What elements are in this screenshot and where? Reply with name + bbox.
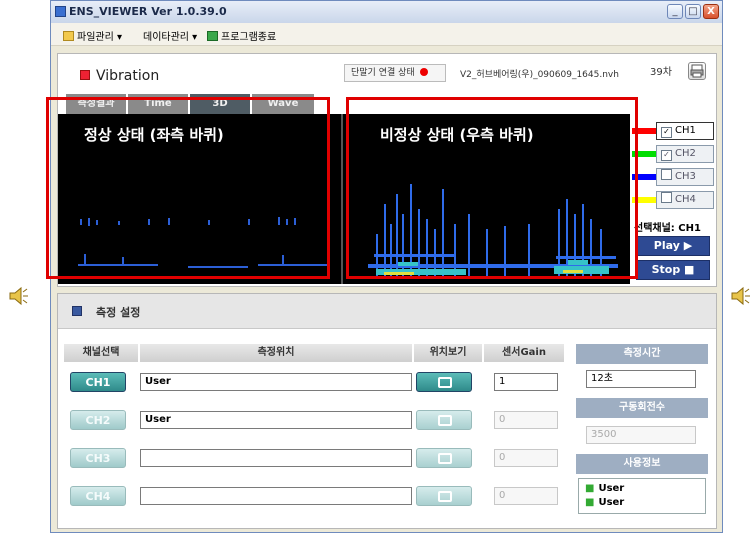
minimize-button[interactable]: _	[667, 4, 683, 19]
selected-channel-label: 선택채널:	[634, 223, 675, 234]
col-gain-header: 센서Gain	[484, 344, 564, 362]
ch4-check-mark	[661, 192, 672, 203]
ch3-check-mark	[661, 169, 672, 180]
printer-icon	[690, 64, 704, 78]
measure-time-header: 측정시간	[576, 344, 708, 364]
ch2-view-button[interactable]	[416, 410, 472, 430]
settings-header: 측정 설정	[58, 294, 716, 329]
ch2-gain-input[interactable]: 0	[494, 411, 558, 429]
ch4-checkbox[interactable]: CH4	[656, 191, 714, 209]
menu-file[interactable]: 파일관리 ▾	[63, 28, 122, 43]
measure-time-input[interactable]: 12초	[586, 370, 696, 388]
menu-exit-label: 프로그램종료	[221, 32, 277, 43]
menu-file-label: 파일관리 ▾	[77, 32, 122, 43]
abnormal-state-label: 비정상 상태 (우측 바퀴)	[380, 126, 534, 144]
user-info-text: User	[598, 497, 625, 508]
settings-title: 측정 설정	[96, 306, 141, 319]
ch1-checkbox-label: CH1	[675, 125, 696, 136]
selected-channel: 선택채널: CH1	[634, 219, 701, 234]
ch4-position-input[interactable]	[140, 487, 412, 505]
ch2-position-input[interactable]: User	[140, 411, 412, 429]
ch2-select-button[interactable]: CH2	[70, 410, 126, 430]
ch1-gain-input[interactable]: 1	[494, 373, 558, 391]
stop-button[interactable]: Stop ■	[636, 260, 710, 280]
ch1-position-input[interactable]: User	[140, 373, 412, 391]
menu-exit[interactable]: 프로그램종료	[207, 28, 276, 43]
ch3-gain-input[interactable]: 0	[494, 449, 558, 467]
title-bar: ENS_VIEWER Ver 1.0.39.0 _ □ X	[51, 1, 722, 23]
ch3-view-button[interactable]	[416, 448, 472, 468]
connection-status: 단말기 연결 상태	[344, 64, 446, 82]
ch1-select-button[interactable]: CH1	[70, 372, 126, 392]
selected-channel-value: CH1	[678, 223, 701, 234]
user-info-text: User	[598, 483, 625, 494]
ch3-checkbox[interactable]: CH3	[656, 168, 714, 186]
ch2-checkbox[interactable]: ✓ CH2	[656, 145, 714, 163]
camera-icon	[438, 415, 452, 426]
folder-icon	[63, 31, 74, 41]
ch3-checkbox-label: CH3	[675, 171, 696, 182]
user-info-item: ■ User	[585, 497, 624, 508]
measure-count: 39차	[650, 67, 672, 78]
speaker-left-icon	[8, 285, 30, 307]
bullet-icon: ■	[585, 497, 595, 508]
maximize-button[interactable]: □	[685, 4, 701, 19]
bullet-icon: ■	[585, 483, 595, 494]
menu-data-label: 데이타관리 ▾	[143, 32, 198, 43]
camera-icon	[438, 453, 452, 464]
settings-icon	[72, 306, 82, 316]
vibration-title: Vibration	[96, 68, 160, 84]
col-position-header: 측정위치	[140, 344, 412, 362]
user-info-box: ■ User ■ User	[578, 478, 706, 514]
camera-icon	[438, 377, 452, 388]
ch3-position-input[interactable]	[140, 449, 412, 467]
speaker-right-icon	[730, 285, 752, 307]
ch4-checkbox-label: CH4	[675, 194, 696, 205]
play-button[interactable]: Play ▶	[636, 236, 710, 256]
app-icon	[55, 6, 66, 17]
ch2-checkbox-label: CH2	[675, 148, 696, 159]
print-button[interactable]	[688, 62, 706, 80]
ch4-gain-input[interactable]: 0	[494, 487, 558, 505]
normal-state-label: 정상 상태 (좌측 바퀴)	[84, 126, 224, 144]
ch1-view-button[interactable]	[416, 372, 472, 392]
ch2-check-mark: ✓	[661, 150, 672, 161]
col-channel-header: 채널선택	[64, 344, 138, 362]
window-title: ENS_VIEWER Ver 1.0.39.0	[69, 5, 227, 18]
ch4-select-button[interactable]: CH4	[70, 486, 126, 506]
exit-icon	[207, 31, 218, 41]
camera-icon	[438, 491, 452, 502]
status-dot-icon	[419, 68, 428, 76]
connection-status-label: 단말기 연결 상태	[351, 68, 415, 78]
ch1-checkbox[interactable]: ✓ CH1	[656, 122, 714, 140]
rpm-header: 구동회전수	[576, 398, 708, 418]
ch1-check-mark: ✓	[661, 127, 672, 138]
ch4-view-button[interactable]	[416, 486, 472, 506]
user-info-header: 사용정보	[576, 454, 708, 474]
menu-data[interactable]: 데이타관리 ▾	[143, 28, 197, 43]
close-button[interactable]: X	[703, 4, 719, 19]
rpm-input[interactable]: 3500	[586, 426, 696, 444]
col-view-header: 위치보기	[414, 344, 482, 362]
user-info-item: ■ User	[585, 483, 624, 494]
menu-bar: 파일관리 ▾ 데이타관리 ▾ 프로그램종료	[51, 23, 722, 46]
settings-panel: 측정 설정 채널선택 측정위치 위치보기 센서Gain CH1 User 1 C…	[57, 293, 717, 529]
ch3-select-button[interactable]: CH3	[70, 448, 126, 468]
file-name: V2_허브베어링(우)_090609_1645.nvh	[460, 70, 619, 80]
vibration-icon	[80, 70, 90, 80]
